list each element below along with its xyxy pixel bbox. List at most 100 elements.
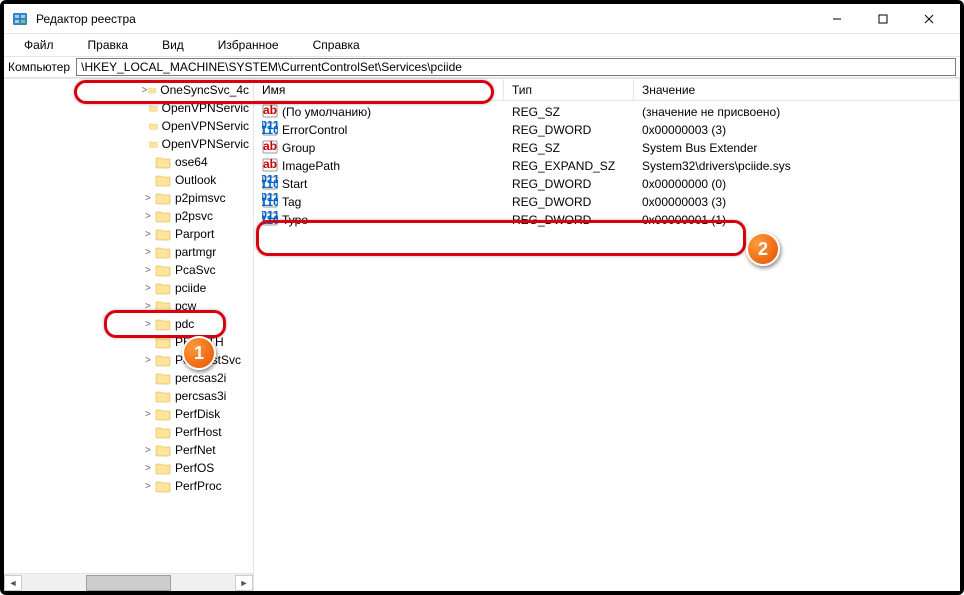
minimize-button[interactable] bbox=[814, 4, 860, 34]
close-button[interactable] bbox=[906, 4, 952, 34]
tree-item[interactable]: >pdc bbox=[4, 315, 253, 333]
maximize-button[interactable] bbox=[860, 4, 906, 34]
tree-item[interactable]: > PerfProc bbox=[4, 477, 253, 495]
value-data: 0x00000001 (1) bbox=[634, 213, 960, 227]
tree-item-label: PerfOS bbox=[175, 461, 214, 475]
menu-file[interactable]: Файл bbox=[8, 36, 70, 54]
tree-item[interactable]: PEAUTH bbox=[4, 333, 253, 351]
svg-text:ab: ab bbox=[263, 157, 277, 171]
list-body[interactable]: ab(По умолчанию)REG_SZ(значение не присв… bbox=[254, 101, 960, 591]
value-type-icon: ab bbox=[262, 157, 278, 176]
tree-item-label: percsas3i bbox=[175, 389, 226, 403]
menu-help[interactable]: Справка bbox=[297, 36, 376, 54]
scroll-track[interactable] bbox=[22, 575, 235, 591]
tree-item[interactable]: percsas2i bbox=[4, 369, 253, 387]
tree-item-label: PerfDisk bbox=[175, 407, 220, 421]
value-type: REG_SZ bbox=[504, 141, 634, 155]
col-value[interactable]: Значение bbox=[634, 79, 960, 100]
expander-icon[interactable]: > bbox=[141, 355, 155, 366]
list-row[interactable]: 011110ErrorControlREG_DWORD0x00000003 (3… bbox=[254, 121, 960, 139]
svg-text:110: 110 bbox=[262, 195, 278, 209]
tree-item-label: OpenVPNServic bbox=[162, 101, 249, 115]
expander-icon[interactable]: > bbox=[141, 193, 155, 204]
list-row[interactable]: ab(По умолчанию)REG_SZ(значение не присв… bbox=[254, 103, 960, 121]
list-row[interactable]: 011110TypeREG_DWORD0x00000001 (1) bbox=[254, 211, 960, 229]
value-name: Type bbox=[282, 213, 308, 227]
value-type: REG_DWORD bbox=[504, 123, 634, 137]
value-type: REG_DWORD bbox=[504, 177, 634, 191]
tree-item[interactable]: Outlook bbox=[4, 171, 253, 189]
list-row[interactable]: 011110TagREG_DWORD0x00000003 (3) bbox=[254, 193, 960, 211]
tree-item[interactable]: OpenVPNServic bbox=[4, 99, 253, 117]
value-name: Group bbox=[282, 141, 315, 155]
menu-favorites[interactable]: Избранное bbox=[202, 36, 295, 54]
tree-item[interactable]: > pcw bbox=[4, 297, 253, 315]
expander-icon[interactable]: > bbox=[141, 319, 155, 330]
expander-icon[interactable]: > bbox=[141, 211, 155, 222]
value-name: ImagePath bbox=[282, 159, 340, 173]
tree-item-label: pcw bbox=[175, 299, 196, 313]
tree-item[interactable]: > p2pimsvc bbox=[4, 189, 253, 207]
expander-icon[interactable]: > bbox=[141, 85, 148, 96]
tree-item[interactable]: > PerfDisk bbox=[4, 405, 253, 423]
tree-item[interactable]: > PerfOS bbox=[4, 459, 253, 477]
tree-panel: >OneSyncSvc_4c OpenVPNServic OpenVPNServ… bbox=[4, 79, 254, 591]
expander-icon[interactable]: > bbox=[141, 481, 155, 492]
tree-item[interactable]: PerfHost bbox=[4, 423, 253, 441]
tree-item-label: OpenVPNServic bbox=[162, 119, 249, 133]
value-type-icon: 011110 bbox=[262, 175, 278, 194]
menu-edit[interactable]: Правка bbox=[72, 36, 145, 54]
address-input[interactable] bbox=[76, 58, 956, 76]
tree-item[interactable]: > p2psvc bbox=[4, 207, 253, 225]
tree-item[interactable]: >PerfNet bbox=[4, 441, 253, 459]
tree-item-label: PcaSvc bbox=[175, 263, 216, 277]
value-type: REG_DWORD bbox=[504, 195, 634, 209]
tree-item-label: PerfProc bbox=[175, 479, 222, 493]
col-type[interactable]: Тип bbox=[504, 79, 634, 100]
expander-icon[interactable]: > bbox=[141, 301, 155, 312]
list-row[interactable]: abGroupREG_SZSystem Bus Extender bbox=[254, 139, 960, 157]
value-name: ErrorControl bbox=[282, 123, 347, 137]
tree-item[interactable]: >pciide bbox=[4, 279, 253, 297]
value-data: 0x00000000 (0) bbox=[634, 177, 960, 191]
value-type: REG_EXPAND_SZ bbox=[504, 159, 634, 173]
tree-item[interactable]: ose64 bbox=[4, 153, 253, 171]
col-name[interactable]: Имя bbox=[254, 79, 504, 100]
titlebar[interactable]: Редактор реестра bbox=[4, 4, 960, 34]
content-area: >OneSyncSvc_4c OpenVPNServic OpenVPNServ… bbox=[4, 78, 960, 591]
scroll-left-button[interactable]: ◄ bbox=[4, 575, 22, 591]
tree-item[interactable]: > PcaSvc bbox=[4, 261, 253, 279]
svg-text:ab: ab bbox=[263, 103, 277, 117]
tree-item-label: p2pimsvc bbox=[175, 191, 226, 205]
tree-item[interactable]: >partmgr bbox=[4, 243, 253, 261]
tree-item[interactable]: >Parport bbox=[4, 225, 253, 243]
tree-item[interactable]: >OneSyncSvc_4c bbox=[4, 81, 253, 99]
tree-body[interactable]: >OneSyncSvc_4c OpenVPNServic OpenVPNServ… bbox=[4, 79, 253, 573]
value-type-icon: 011110 bbox=[262, 211, 278, 230]
tree-item[interactable]: OpenVPNServic bbox=[4, 135, 253, 153]
expander-icon[interactable]: > bbox=[141, 445, 155, 456]
scroll-thumb[interactable] bbox=[86, 575, 171, 591]
list-row[interactable]: 011110 Start REG_DWORD0x00000000 (0) bbox=[254, 175, 960, 193]
expander-icon[interactable]: > bbox=[141, 247, 155, 258]
value-data: (значение не присвоено) bbox=[634, 105, 960, 119]
expander-icon[interactable]: > bbox=[141, 463, 155, 474]
scroll-right-button[interactable]: ► bbox=[235, 575, 253, 591]
tree-item[interactable]: percsas3i bbox=[4, 387, 253, 405]
expander-icon[interactable]: > bbox=[141, 265, 155, 276]
window-title: Редактор реестра bbox=[36, 12, 814, 26]
value-type-icon: ab bbox=[262, 103, 278, 122]
badge-1: 1 bbox=[182, 336, 216, 370]
list-row[interactable]: ab ImagePath REG_EXPAND_SZSystem32\drivers… bbox=[254, 157, 960, 175]
expander-icon[interactable]: > bbox=[141, 409, 155, 420]
value-data: System32\drivers\pciide.sys bbox=[634, 159, 960, 173]
value-type-icon: 011110 bbox=[262, 121, 278, 140]
menu-view[interactable]: Вид bbox=[146, 36, 200, 54]
tree-item[interactable]: OpenVPNServic bbox=[4, 117, 253, 135]
value-name: Start bbox=[282, 177, 307, 191]
expander-icon[interactable]: > bbox=[141, 229, 155, 240]
tree-item-label: ose64 bbox=[175, 155, 208, 169]
tree-hscrollbar[interactable]: ◄ ► bbox=[4, 573, 253, 591]
expander-icon[interactable]: > bbox=[141, 283, 155, 294]
tree-item-label: p2psvc bbox=[175, 209, 213, 223]
